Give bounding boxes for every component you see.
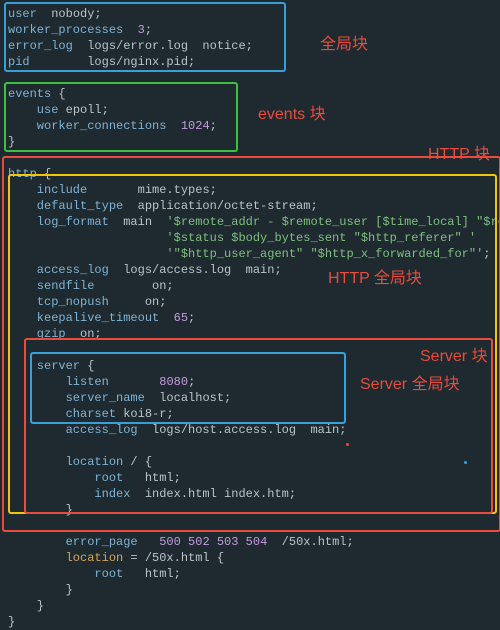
code-block: user nobody; worker_processes 3; error_l… <box>8 6 500 630</box>
nginx-config-code: user nobody; worker_processes 3; error_l… <box>8 6 500 630</box>
label-server-global: Server 全局块 <box>360 370 460 394</box>
decor-dot-blue <box>464 461 467 464</box>
decor-dot-red <box>346 443 349 446</box>
label-http: HTTP 块 <box>428 140 490 164</box>
label-server: Server 块 <box>420 342 488 366</box>
label-global: 全局块 <box>320 30 368 54</box>
label-events: events 块 <box>258 100 326 124</box>
label-http-global: HTTP 全局块 <box>328 264 422 288</box>
